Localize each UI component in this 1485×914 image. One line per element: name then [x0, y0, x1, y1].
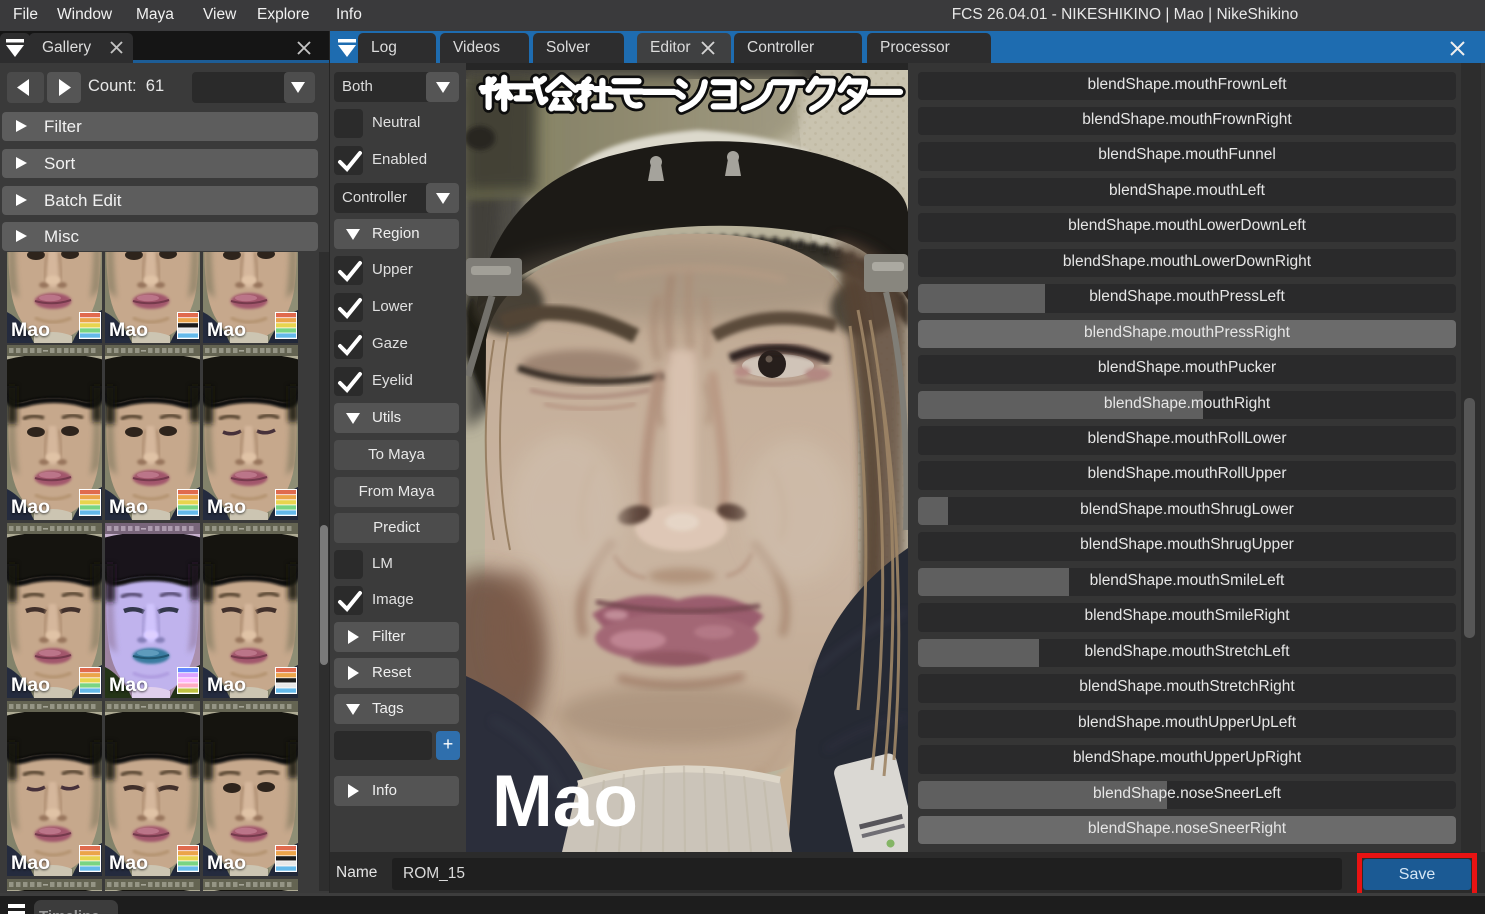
svg-text:Mao: Mao [492, 761, 638, 842]
